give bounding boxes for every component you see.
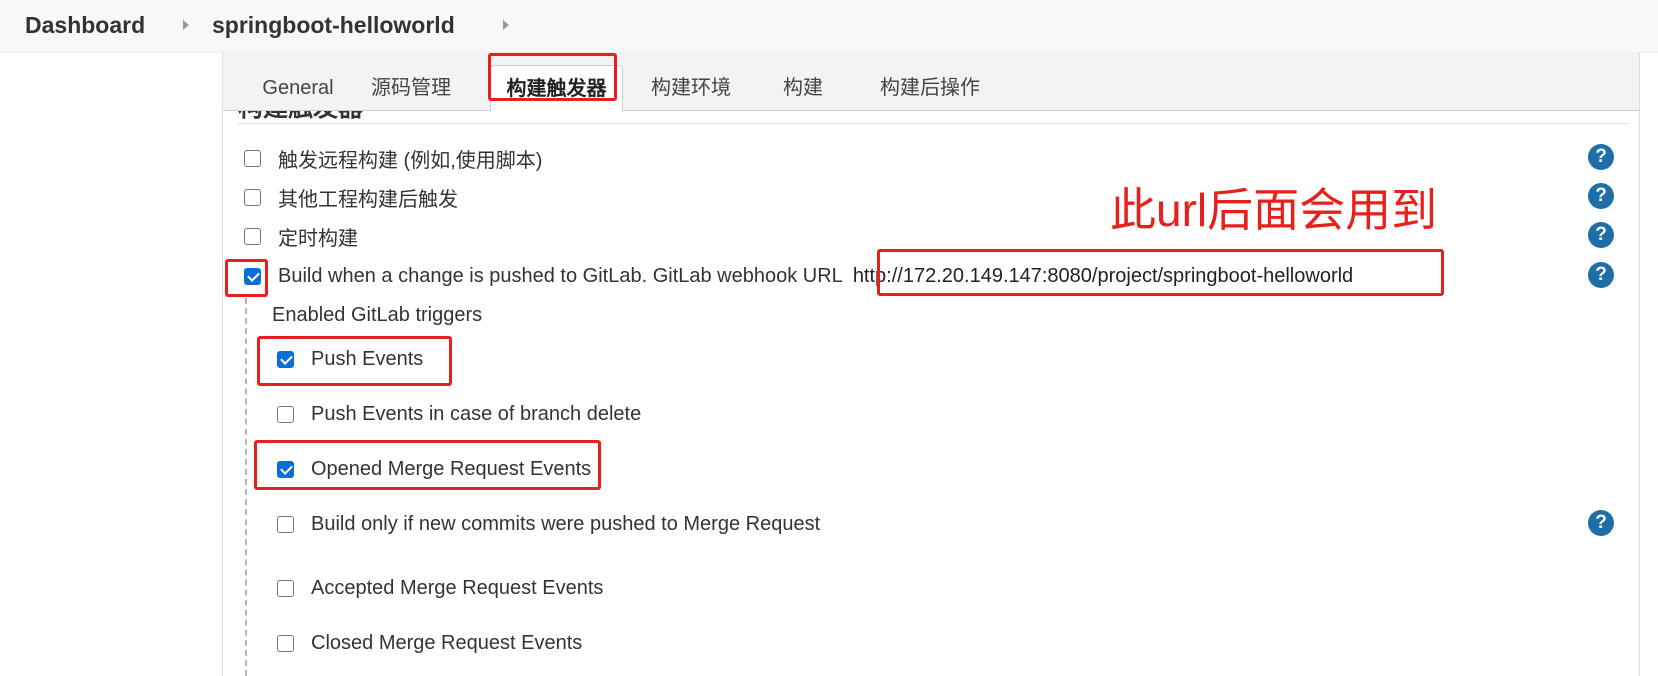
trigger-gitlab-label: Build when a change is pushed to GitLab.… <box>278 264 843 287</box>
push-branch-delete-checkbox[interactable] <box>277 405 294 423</box>
breadcrumb-chevron-icon[interactable] <box>503 20 509 30</box>
trigger-remote-row[interactable]: 触发远程构建 (例如,使用脚本) <box>244 143 542 173</box>
annotation-box-push <box>257 336 452 386</box>
help-icon[interactable]: ? <box>1588 222 1614 248</box>
gitlab-option-row[interactable]: Push Events in case of branch delete <box>277 399 641 429</box>
gitlab-triggers-heading: Enabled GitLab triggers <box>272 304 483 326</box>
gitlab-option-row[interactable]: Closed Merge Request Events <box>277 628 582 658</box>
annotation-note: 此url后面会用到 <box>1110 184 1438 236</box>
trigger-upstream-checkbox[interactable] <box>244 188 261 206</box>
annotation-box-opened-mr <box>254 440 601 490</box>
breadcrumb-dashboard[interactable]: Dashboard <box>25 12 145 39</box>
annotation-box-tab <box>488 53 617 101</box>
tab-post-build[interactable]: 构建后操作 <box>870 65 990 111</box>
help-icon[interactable]: ? <box>1588 144 1614 170</box>
gitlab-option-row[interactable]: Build only if new commits were pushed to… <box>277 509 820 539</box>
annotation-box-gitlab-checkbox <box>225 259 268 297</box>
gitlab-option-row[interactable]: Accepted Merge Request Events <box>277 573 603 603</box>
trigger-remote-label: 触发远程构建 (例如,使用脚本) <box>278 149 543 172</box>
tab-build-env[interactable]: 构建环境 <box>643 65 739 111</box>
help-icon[interactable]: ? <box>1588 183 1614 209</box>
accepted-mr-label: Accepted Merge Request Events <box>311 576 604 599</box>
trigger-upstream-row[interactable]: 其他工程构建后触发 <box>244 182 458 212</box>
breadcrumb: Dashboard springboot-helloworld <box>0 0 1658 53</box>
accepted-mr-checkbox[interactable] <box>277 579 294 597</box>
help-icon[interactable]: ? <box>1588 262 1614 288</box>
closed-mr-label: Closed Merge Request Events <box>311 631 583 654</box>
push-branch-delete-label: Push Events in case of branch delete <box>311 402 642 425</box>
trigger-cron-label: 定时构建 <box>278 227 358 250</box>
trigger-upstream-label: 其他工程构建后触发 <box>278 188 458 211</box>
trigger-cron-row[interactable]: 定时构建 <box>244 221 358 251</box>
help-icon[interactable]: ? <box>1588 510 1614 536</box>
breadcrumb-chevron-icon[interactable] <box>183 20 189 30</box>
new-commits-mr-label: Build only if new commits were pushed to… <box>311 512 821 535</box>
tab-build[interactable]: 构建 <box>775 65 831 111</box>
annotation-box-url <box>877 249 1444 296</box>
tab-general[interactable]: General <box>245 65 351 111</box>
nested-options-guide <box>245 298 247 676</box>
closed-mr-checkbox[interactable] <box>277 634 294 652</box>
breadcrumb-job[interactable]: springboot-helloworld <box>212 12 455 39</box>
section-divider <box>238 123 1628 124</box>
tab-source-code[interactable]: 源码管理 <box>363 65 459 111</box>
trigger-remote-checkbox[interactable] <box>244 149 261 167</box>
new-commits-mr-checkbox[interactable] <box>277 515 294 533</box>
trigger-cron-checkbox[interactable] <box>244 227 261 245</box>
config-tab-bar: General 源码管理 构建触发器 构建环境 构建 构建后操作 <box>223 53 1639 112</box>
